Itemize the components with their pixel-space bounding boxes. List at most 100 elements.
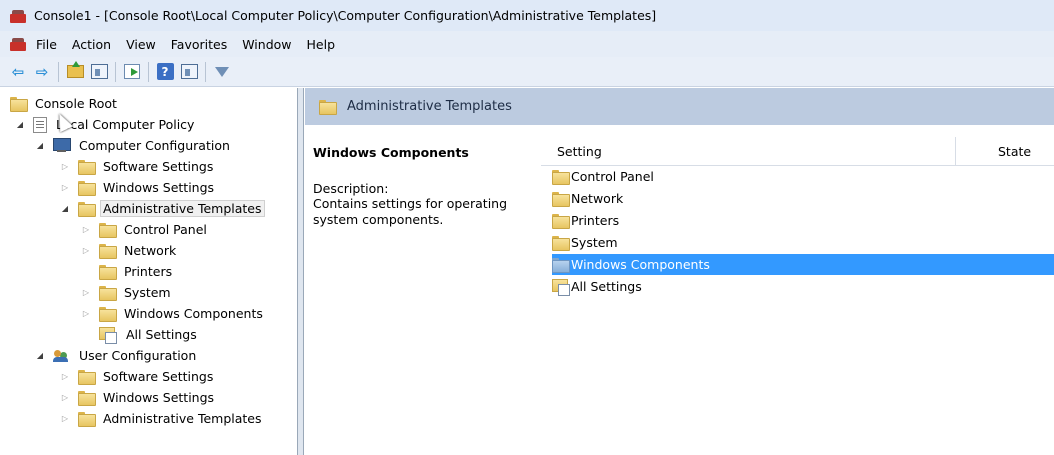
list-item-control-panel[interactable]: Control Panel	[552, 166, 1054, 187]
menu-view[interactable]: View	[126, 37, 156, 52]
toolbar-separator	[115, 61, 116, 82]
collapsed-arrow-icon[interactable]: ▷	[60, 393, 70, 402]
list-item-label: System	[571, 235, 618, 250]
tree-item-printers[interactable]: Printers	[99, 261, 175, 282]
tree-item-all-settings[interactable]: All Settings	[99, 324, 200, 345]
forward-arrow-icon[interactable]: ⇨	[32, 62, 52, 82]
collapsed-arrow-icon[interactable]: ▷	[60, 183, 70, 192]
column-header-state[interactable]: State	[998, 144, 1031, 159]
collapsed-arrow-icon[interactable]: ▷	[60, 162, 70, 171]
column-header-setting[interactable]: Setting	[557, 144, 602, 159]
menu-bar: File Action View Favorites Window Help	[0, 31, 1054, 57]
list-item-label: Control Panel	[571, 169, 654, 184]
list-item-system[interactable]: System	[552, 232, 1054, 253]
all-settings-icon	[552, 278, 570, 296]
folder-icon	[552, 258, 570, 273]
mmc-console-icon	[10, 8, 26, 24]
folder-icon	[552, 236, 570, 251]
collapsed-arrow-icon[interactable]: ▷	[81, 309, 91, 318]
tree-item-label: System	[124, 285, 171, 300]
folder-icon	[99, 265, 117, 280]
up-folder-icon[interactable]	[65, 61, 85, 82]
system-menu-icon[interactable]	[10, 36, 26, 52]
tree-item-label: Software Settings	[103, 369, 214, 384]
column-divider[interactable]	[955, 137, 956, 165]
tree-item-label: Windows Settings	[103, 180, 215, 195]
list-item-printers[interactable]: Printers	[552, 210, 1054, 231]
tree-item-label: Control Panel	[124, 222, 207, 237]
tree-item-label: Administrative Templates	[103, 411, 262, 426]
description-text: Contains settings for operating system c…	[313, 196, 508, 227]
tree-item-label: Console Root	[35, 96, 117, 111]
folder-icon	[78, 370, 96, 385]
tree-item-uc-administrative-templates[interactable]: ▷ Administrative Templates	[62, 408, 265, 429]
tree-item-cc-administrative-templates[interactable]: ◢ Administrative Templates	[62, 198, 265, 219]
folder-icon	[78, 160, 96, 175]
expanded-arrow-icon[interactable]: ◢	[35, 351, 45, 360]
tree-item-user-configuration[interactable]: ◢ User Configuration	[37, 345, 199, 366]
collapsed-arrow-icon[interactable]: ▷	[60, 414, 70, 423]
help-icon[interactable]: ?	[155, 62, 175, 82]
policy-icon	[33, 116, 47, 133]
expanded-arrow-icon[interactable]: ◢	[35, 141, 45, 150]
window-title-bar: Console1 - [Console Root\Local Computer …	[0, 0, 1054, 31]
tree-item-label: Windows Components	[124, 306, 263, 321]
export-list-icon[interactable]	[122, 62, 142, 82]
collapsed-arrow-icon[interactable]: ▷	[81, 288, 91, 297]
list-item-label: Printers	[571, 213, 620, 228]
menu-help[interactable]: Help	[307, 37, 336, 52]
menu-window[interactable]: Window	[242, 37, 291, 52]
show-hide-tree-icon[interactable]	[89, 62, 109, 82]
toolbar-separator	[58, 61, 59, 82]
folder-icon	[99, 307, 117, 322]
folder-icon	[99, 286, 117, 301]
pane-splitter[interactable]	[298, 88, 304, 455]
folder-icon	[10, 97, 28, 112]
list-item-network[interactable]: Network	[552, 188, 1054, 209]
tree-item-label: Windows Settings	[103, 390, 215, 405]
tree-item-cc-software-settings[interactable]: ▷ Software Settings	[62, 156, 216, 177]
tree-item-label: Printers	[124, 264, 173, 279]
toolbar: ⇦ ⇨ ?	[0, 57, 1054, 87]
tree-item-label: Network	[124, 243, 177, 258]
collapsed-arrow-icon[interactable]: ▷	[81, 246, 91, 255]
settings-list[interactable]: Setting State Control Panel Network Prin…	[541, 125, 1054, 455]
back-arrow-icon[interactable]: ⇦	[8, 62, 28, 82]
tree-item-label: Software Settings	[103, 159, 214, 174]
collapsed-arrow-icon[interactable]: ▷	[60, 372, 70, 381]
folder-icon	[78, 391, 96, 406]
tree-item-label: All Settings	[126, 327, 197, 342]
tree-item-system[interactable]: ▷ System	[83, 282, 174, 303]
action-pane-icon[interactable]	[179, 62, 199, 82]
tree-item-uc-software-settings[interactable]: ▷ Software Settings	[62, 366, 216, 387]
list-item-label: Windows Components	[571, 257, 710, 272]
tree-item-cc-windows-settings[interactable]: ▷ Windows Settings	[62, 177, 217, 198]
tree-item-label: Local Computer Policy	[56, 117, 195, 132]
tree-item-uc-windows-settings[interactable]: ▷ Windows Settings	[62, 387, 217, 408]
list-item-label: All Settings	[571, 279, 642, 294]
menu-action[interactable]: Action	[72, 37, 111, 52]
tree-item-label: Administrative Templates	[100, 200, 265, 217]
menu-favorites[interactable]: Favorites	[171, 37, 227, 52]
list-item-label: Network	[571, 191, 624, 206]
folder-icon	[319, 100, 337, 115]
users-icon	[53, 348, 70, 363]
filter-icon[interactable]	[212, 62, 232, 82]
tree-item-control-panel[interactable]: ▷ Control Panel	[83, 219, 210, 240]
tree-item-computer-configuration[interactable]: ◢ Computer Configuration	[37, 135, 233, 156]
list-item-all-settings[interactable]: All Settings	[552, 276, 1054, 297]
tree-item-network[interactable]: ▷ Network	[83, 240, 179, 261]
tree-item-windows-components[interactable]: ▷ Windows Components	[83, 303, 266, 324]
collapsed-arrow-icon[interactable]: ▷	[81, 225, 91, 234]
menu-file[interactable]: File	[36, 37, 57, 52]
result-pane-title: Administrative Templates	[347, 99, 512, 114]
folder-icon	[552, 192, 570, 207]
console-tree[interactable]: Console Root ◢ Local Computer Policy ◢ C…	[0, 88, 298, 455]
expanded-arrow-icon[interactable]: ◢	[15, 120, 25, 129]
list-item-windows-components[interactable]: Windows Components	[552, 254, 1054, 275]
all-settings-icon	[99, 326, 117, 344]
list-header: Setting State	[541, 137, 1054, 166]
expanded-arrow-icon[interactable]: ◢	[60, 204, 70, 213]
toolbar-separator	[205, 61, 206, 82]
folder-icon	[78, 412, 96, 427]
